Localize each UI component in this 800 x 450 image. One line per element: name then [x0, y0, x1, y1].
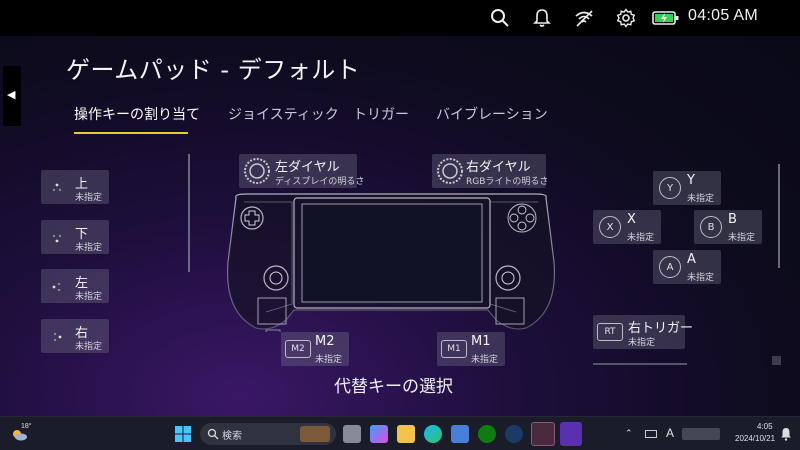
dpad-left-icon — [52, 282, 61, 292]
dpad-down-card[interactable]: 下 未指定 — [41, 220, 109, 254]
taskbar-time[interactable]: 4:05 — [757, 422, 773, 431]
x-button-card[interactable]: X X 未指定 — [593, 210, 661, 244]
right-divider — [593, 363, 687, 365]
dpad-down-value: 未指定 — [75, 243, 103, 253]
legion-app-icon[interactable] — [560, 422, 582, 446]
right-dial-icon — [437, 158, 463, 184]
tab-trigger[interactable]: トリガー — [353, 104, 409, 124]
collapse-panel-button[interactable]: ◀ — [3, 66, 21, 126]
notification-bell-icon[interactable] — [780, 427, 792, 441]
m2-button-card[interactable]: M2 M2 未指定 — [281, 332, 349, 366]
keyboard-icon[interactable] — [645, 430, 657, 438]
a-button-icon: A — [659, 256, 681, 278]
battery-charging-icon — [652, 11, 679, 25]
tab-key-assignment[interactable]: 操作キーの割り当て — [74, 104, 200, 124]
copilot-icon[interactable] — [370, 425, 388, 443]
show-hidden-icons-chevron[interactable]: ⌃ — [625, 428, 633, 439]
x-button-icon: X — [599, 216, 621, 238]
a-button-value: 未指定 — [687, 273, 715, 283]
xbox-icon[interactable] — [478, 425, 496, 443]
right-dial-value: RGBライトの明るさ — [466, 177, 549, 187]
weather-temperature: 18° — [21, 423, 32, 430]
y-button-label: Y — [687, 173, 695, 188]
search-placeholder: 検索 — [222, 431, 242, 442]
search-icon[interactable] — [490, 8, 510, 28]
left-dial-card[interactable]: 左ダイヤル ディスプレイの明るさ — [239, 154, 364, 188]
edge-browser-icon[interactable] — [424, 425, 442, 443]
dpad-right-icon — [53, 332, 62, 342]
x-button-value: 未指定 — [627, 233, 655, 243]
y-button-value: 未指定 — [687, 194, 715, 204]
m2-button-label: M2 — [315, 334, 335, 349]
y-button-card[interactable]: Y Y 未指定 — [653, 171, 721, 205]
dpad-right-value: 未指定 — [75, 342, 103, 352]
gear-icon[interactable] — [616, 8, 636, 28]
taskbar-date[interactable]: 2024/10/21 — [735, 434, 775, 443]
left-dial-label: 左ダイヤル — [275, 160, 340, 175]
dpad-up-card[interactable]: 上 未指定 — [41, 170, 109, 204]
dpad-left-value: 未指定 — [75, 292, 103, 302]
microsoft-store-icon[interactable] — [451, 425, 469, 443]
b-button-label: B — [728, 212, 737, 227]
b-button-card[interactable]: B B 未指定 — [694, 210, 762, 244]
collapse-arrow-icon: ◀ — [7, 88, 16, 101]
steam-icon[interactable] — [505, 425, 523, 443]
dpad-down-icon — [52, 234, 62, 243]
right-trigger-value: 未指定 — [628, 338, 656, 348]
b-button-icon: B — [700, 216, 722, 238]
dpad-up-icon — [52, 183, 62, 192]
system-status-icons[interactable] — [682, 428, 720, 440]
bell-icon[interactable] — [532, 8, 552, 28]
file-explorer-icon[interactable] — [397, 425, 415, 443]
gamepad-settings-panel: ◀ ゲームパッド - デフォルト 操作キーの割り当て ジョイスティック トリガー… — [0, 36, 800, 416]
m2-button-icon: M2 — [285, 340, 311, 358]
legion-space-icon[interactable] — [531, 422, 555, 446]
scrollbar[interactable] — [778, 164, 780, 268]
right-dial-card[interactable]: 右ダイヤル RGBライトの明るさ — [432, 154, 549, 188]
b-button-value: 未指定 — [728, 233, 756, 243]
search-highlight-image — [300, 426, 330, 442]
m2-button-value: 未指定 — [315, 355, 343, 365]
m1-button-value: 未指定 — [471, 355, 499, 365]
tab-vibration[interactable]: バイブレーション — [436, 104, 548, 124]
a-button-label: A — [687, 252, 696, 267]
task-view-icon[interactable] — [343, 425, 361, 443]
taskbar-search-input[interactable]: 検索 — [200, 423, 336, 445]
search-icon — [207, 428, 219, 440]
page-title: ゲームパッド - デフォルト — [66, 56, 361, 84]
dpad-up-value: 未指定 — [75, 193, 103, 203]
x-button-label: X — [627, 212, 636, 227]
input-method-indicator[interactable]: A — [666, 426, 674, 440]
windows-taskbar: 18° 検索 ⌃ A 4:05 2024/10/21 — [0, 416, 800, 450]
right-trigger-icon: RT — [597, 323, 623, 341]
y-button-icon: Y — [659, 177, 681, 199]
status-bar: 04:05 AM — [0, 0, 800, 36]
right-dial-label: 右ダイヤル — [466, 160, 531, 175]
right-trigger-card[interactable]: RT 右トリガー 未指定 — [593, 315, 693, 349]
alt-key-selection-button[interactable]: 代替キーの選択 — [334, 372, 453, 397]
tab-joystick[interactable]: ジョイスティック — [228, 104, 339, 124]
dpad-right-card[interactable]: 右 未指定 — [41, 319, 109, 353]
scroll-end-marker — [772, 356, 781, 365]
m1-button-icon: M1 — [441, 340, 467, 358]
m1-button-label: M1 — [471, 334, 491, 349]
handheld-device-illustration — [226, 193, 556, 332]
dpad-left-card[interactable]: 左 未指定 — [41, 269, 109, 303]
left-dial-icon — [244, 158, 270, 184]
a-button-card[interactable]: A A 未指定 — [653, 250, 721, 284]
clock-time: 04:05 AM — [688, 7, 759, 24]
left-dial-value: ディスプレイの明るさ — [275, 177, 365, 187]
windows-start-icon[interactable] — [174, 425, 192, 443]
active-tab-indicator — [74, 132, 188, 134]
m1-button-card[interactable]: M1 M1 未指定 — [437, 332, 505, 366]
wifi-off-icon[interactable] — [574, 8, 594, 28]
right-trigger-label: 右トリガー — [628, 321, 694, 336]
left-divider — [188, 154, 190, 272]
